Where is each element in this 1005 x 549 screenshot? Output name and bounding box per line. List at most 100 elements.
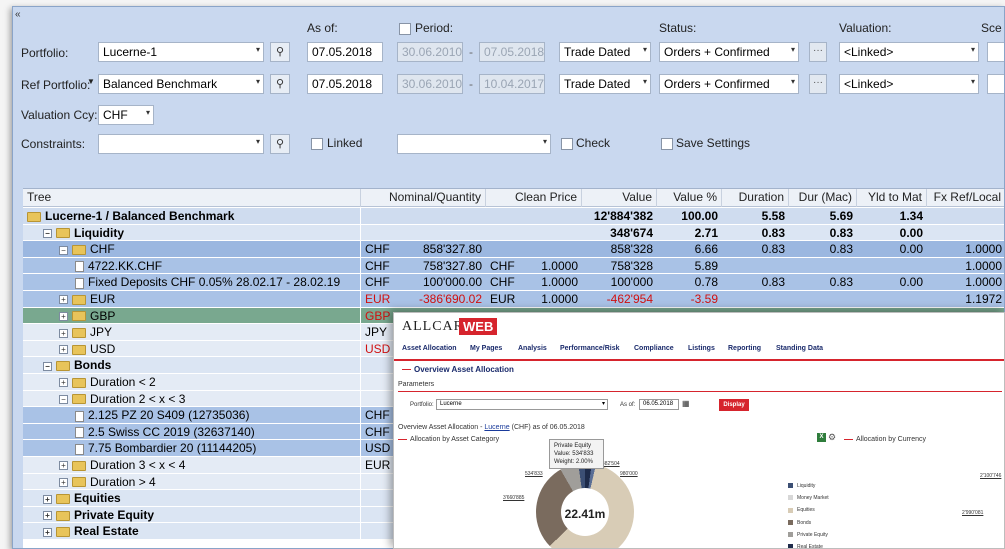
scenario-select[interactable] — [987, 42, 1004, 62]
table-row[interactable]: 4722.KK.CHF CHF 758'327.80 CHF 1.0000 758'328… — [23, 257, 1004, 275]
menu-reporting[interactable]: Reporting — [728, 345, 761, 352]
cell-value: 758'328 — [610, 258, 653, 273]
column-header-value[interactable]: Value — [582, 189, 657, 207]
column-header-nominal[interactable]: Nominal/Quantity — [361, 189, 486, 207]
menu-performance-risk[interactable]: Performance/Risk — [560, 345, 620, 352]
period-checkbox[interactable] — [399, 23, 411, 35]
valuation-select[interactable]: <Linked> ▾ — [839, 42, 979, 62]
gear-icon[interactable]: ⚙ — [828, 432, 836, 443]
portfolio-select[interactable]: Lucerne-1 ▾ — [98, 42, 264, 62]
expand-icon[interactable]: + — [59, 328, 68, 338]
expand-icon[interactable]: + — [43, 494, 52, 504]
cell-yld: 0.00 — [899, 275, 923, 290]
calendar-icon[interactable]: ▦ — [682, 399, 690, 408]
web-as-of-field[interactable]: 06.05.2018 — [639, 399, 679, 410]
ref-date-type-select[interactable]: Trade Dated ▾ — [559, 74, 651, 94]
expand-icon[interactable]: + — [59, 378, 68, 388]
collapse-node-icon[interactable]: − — [43, 228, 52, 238]
column-header-duration[interactable]: Duration — [722, 189, 789, 207]
status-label: Status: — [659, 21, 697, 35]
status-select[interactable]: Orders + Confirmed ▾ — [659, 42, 799, 62]
display-button[interactable]: Display — [719, 399, 749, 411]
ref-scenario-select[interactable] — [987, 74, 1004, 94]
cell-fx — [927, 208, 1004, 224]
menu-listings[interactable]: Listings — [688, 345, 715, 352]
column-header-yld-to-mat[interactable]: Yld to Mat — [857, 189, 927, 207]
check-checkbox[interactable] — [561, 138, 573, 150]
expand-icon[interactable]: + — [59, 295, 68, 305]
expand-icon[interactable]: + — [43, 511, 52, 521]
expand-icon[interactable]: + — [59, 311, 68, 321]
overview-portfolio-link[interactable]: Lucerne — [484, 424, 509, 431]
column-header-dur-mac[interactable]: Dur (Mac) — [789, 189, 857, 207]
portfolio-label: Portfolio: — [21, 46, 69, 60]
expand-icon[interactable]: + — [59, 345, 68, 355]
menu-standing-data[interactable]: Standing Data — [776, 345, 823, 352]
collapse-icon[interactable]: « — [15, 9, 21, 20]
ref-status-select[interactable]: Orders + Confirmed ▾ — [659, 74, 799, 94]
binoculars-icon[interactable]: ⚲ — [270, 74, 290, 94]
chevron-down-icon: ▾ — [970, 77, 975, 86]
menu-my-pages[interactable]: My Pages — [470, 345, 502, 352]
valuation-ccy-select[interactable]: CHF ▾ — [98, 105, 154, 125]
tooltip-value: Value: 534'833 — [554, 451, 594, 457]
collapse-node-icon[interactable]: − — [59, 394, 68, 404]
legend-item[interactable]: Real Estate — [788, 544, 823, 548]
column-header-fx-ref-local[interactable]: Fx Ref/Local — [927, 189, 1004, 207]
table-row[interactable]: − CHF CHF 858'327.80 858'328 6.66 0.83 0.83 0.00… — [23, 241, 1004, 258]
tree-cell: + Duration > 4 — [23, 473, 361, 490]
excel-export-icon[interactable]: X — [817, 433, 826, 442]
ref-valuation-select[interactable]: <Linked> ▾ — [839, 74, 979, 94]
tree-cell: + JPY — [23, 324, 361, 341]
legend-item[interactable]: Equities — [788, 507, 815, 513]
expand-icon[interactable]: + — [43, 527, 52, 537]
column-header-clean-price[interactable]: Clean Price — [486, 189, 582, 207]
expand-icon[interactable]: + — [59, 477, 68, 487]
tree-cell: 2.125 PZ 20 S409 (12735036) — [23, 407, 361, 424]
expand-icon[interactable]: + — [59, 461, 68, 471]
cell-price: 1.0000 — [541, 275, 578, 290]
linked-checkbox[interactable] — [311, 138, 323, 150]
ref-portfolio-menu-icon[interactable]: ▼ — [87, 77, 95, 86]
table-row[interactable]: − Liquidity 348'674 2.71 0.83 0.83 0.00 — [23, 224, 1004, 242]
binoculars-icon[interactable]: ⚲ — [270, 134, 290, 154]
menu-analysis[interactable]: Analysis — [518, 345, 547, 352]
check-select[interactable]: ▾ — [397, 134, 551, 154]
as-of-date-field[interactable]: 07.05.2018 — [307, 42, 383, 62]
cell-price — [526, 225, 582, 241]
allcare-web-panel: ALLCARE WEB Asset Allocation My Pages An… — [393, 312, 1005, 549]
valuation-label: Valuation: — [839, 21, 892, 35]
date-type-select[interactable]: Trade Dated ▾ — [559, 42, 651, 62]
table-row[interactable]: Lucerne-1 / Balanced Benchmark 12'884'382… — [23, 208, 1004, 225]
collapse-node-icon[interactable]: − — [43, 361, 52, 371]
menu-asset-allocation[interactable]: Asset Allocation — [402, 345, 457, 352]
as-of-label: As of: — [307, 21, 338, 35]
cell-ccy — [361, 474, 391, 490]
constraints-select[interactable]: ▾ — [98, 134, 264, 154]
scenario-label: Sce — [981, 21, 1002, 35]
legend-item[interactable]: Bonds — [788, 520, 811, 526]
desktop: « As of: Period: Status: Valuation: Sce … — [0, 0, 1005, 549]
ref-portfolio-select[interactable]: Balanced Benchmark ▾ — [98, 74, 264, 94]
save-settings-checkbox[interactable] — [661, 138, 673, 150]
collapse-node-icon[interactable]: − — [59, 245, 68, 255]
legend-item[interactable]: Private Equity — [788, 532, 828, 538]
binoculars-icon[interactable]: ⚲ — [270, 42, 290, 62]
table-row[interactable]: + EUR EUR -386'690.02 EUR 1.0000 -462'954 -3.59… — [23, 291, 1004, 308]
folder-icon — [72, 294, 86, 305]
tree-node-label: 2.5 Swiss CC 2019 (32637140) — [88, 424, 255, 439]
table-row[interactable]: Fixed Deposits CHF 0.05% 28.02.17 - 28.0… — [23, 274, 1004, 291]
legend-item[interactable]: Liquidity — [788, 483, 815, 489]
legend-label: Equities — [797, 507, 815, 514]
folder-icon — [72, 344, 86, 355]
ref-as-of-date-field[interactable]: 07.05.2018 — [307, 74, 383, 94]
legend-item[interactable]: Money Market — [788, 495, 829, 501]
web-portfolio-select[interactable]: Lucerne ▾ — [436, 399, 608, 410]
menu-compliance[interactable]: Compliance — [634, 345, 674, 352]
column-header-value-pct[interactable]: Value % — [657, 189, 722, 207]
cell-yld — [857, 258, 927, 274]
cell-fx — [927, 225, 1004, 241]
status-more-button[interactable]: ··· — [809, 42, 827, 62]
ref-status-more-button[interactable]: ··· — [809, 74, 827, 94]
column-header-tree[interactable]: Tree — [23, 189, 361, 207]
